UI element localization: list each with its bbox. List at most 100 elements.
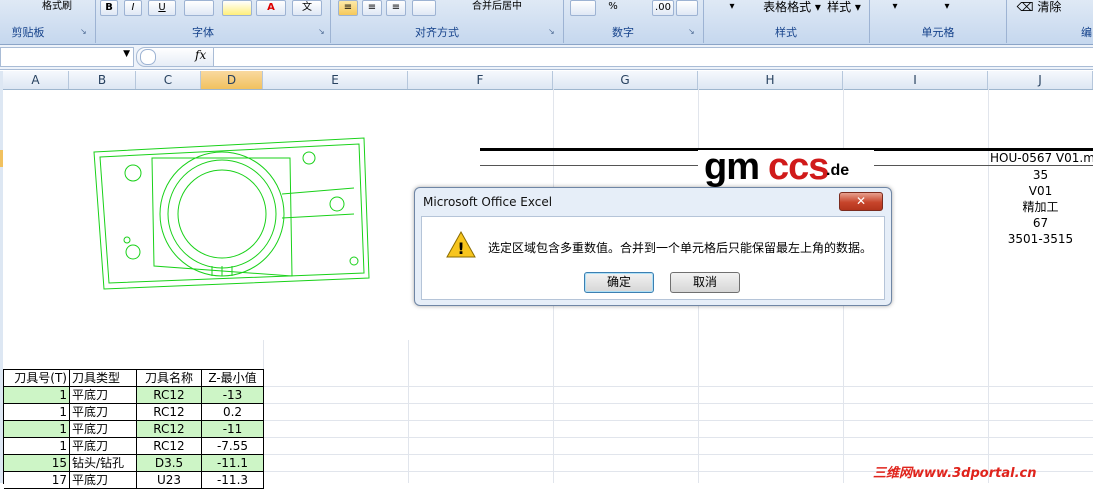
table-cell[interactable]: D3.5: [137, 455, 202, 472]
alignment-dialog-launcher-icon[interactable]: ↘: [548, 27, 555, 36]
table-cell[interactable]: 15: [4, 455, 70, 472]
conditional-format-dropdown[interactable]: ▾: [725, 0, 739, 14]
column-header-d[interactable]: D: [201, 71, 263, 89]
part-drawing-image: [93, 137, 370, 290]
table-cell[interactable]: 1: [4, 421, 70, 438]
clear-button[interactable]: ⌫ 清除: [1014, 0, 1064, 14]
delete-dropdown[interactable]: ▾: [940, 0, 954, 14]
ribbon: 格式刷 B I U A 文 ↘ ≡ ≡ ≡ 合并后居中 ↘ % .00 ↘ ▾ …: [0, 0, 1093, 45]
insert-function-icon[interactable]: fx: [195, 48, 206, 62]
table-cell[interactable]: 1: [4, 438, 70, 455]
group-separator: [1006, 0, 1007, 43]
table-cell[interactable]: -13: [202, 387, 264, 404]
indent-button[interactable]: [412, 0, 436, 16]
info-value: 精加工: [1022, 200, 1059, 214]
format-painter-button[interactable]: 格式刷: [28, 0, 86, 14]
table-cell[interactable]: -11.3: [202, 472, 264, 489]
logo-gm: gm: [704, 146, 760, 188]
column-header-h[interactable]: H: [698, 71, 843, 89]
table-cell[interactable]: 1: [4, 387, 70, 404]
percent-button[interactable]: %: [605, 0, 621, 14]
bold-button[interactable]: B: [100, 0, 118, 16]
table-cell[interactable]: 平底刀: [70, 387, 137, 404]
insert-dropdown[interactable]: ▾: [888, 0, 902, 14]
bold-label: B: [105, 2, 113, 13]
table-cell[interactable]: -11: [202, 421, 264, 438]
formula-bar: ▼ fx: [0, 45, 1093, 70]
number-dialog-launcher-icon[interactable]: ↘: [688, 27, 695, 36]
bore-middle: [167, 159, 277, 269]
percent-label: %: [608, 1, 618, 12]
expand-circle-icon[interactable]: [140, 49, 156, 65]
tool-table: 刀具号(T) 刀具类型 刀具名称 Z-最小值 1 平底刀 RC12 -13 1 …: [3, 369, 264, 489]
phonetic-button[interactable]: 文: [292, 0, 322, 16]
column-header-f[interactable]: F: [408, 71, 553, 89]
border-button[interactable]: [184, 0, 214, 16]
dialog-message: 选定区域包含多重数值。合并到一个单元格后只能保留最左上角的数据。: [488, 241, 873, 255]
header-tool-number[interactable]: 刀具号(T): [4, 370, 70, 387]
gridline: [263, 386, 1093, 387]
ok-button[interactable]: 确定: [584, 272, 654, 293]
underline-button[interactable]: U: [148, 0, 176, 16]
logo-ccs: ccs: [768, 146, 829, 188]
column-header-i[interactable]: I: [843, 71, 988, 89]
formula-input[interactable]: [213, 47, 1093, 67]
merge-warning-dialog: Microsoft Office Excel ✕ ! 选定区域包含多重数值。合并…: [414, 187, 892, 306]
merge-center-button[interactable]: 合并后居中: [468, 0, 560, 14]
accounting-format-button[interactable]: [570, 0, 596, 16]
column-header-e[interactable]: E: [263, 71, 408, 89]
group-label-styles: 样式: [775, 26, 797, 39]
clear-label: 清除: [1037, 0, 1062, 14]
table-cell[interactable]: 0.2: [202, 404, 264, 421]
header-tool-name[interactable]: 刀具名称: [137, 370, 202, 387]
close-button[interactable]: ✕: [839, 192, 883, 211]
align-left-button[interactable]: ≡: [338, 0, 358, 16]
column-header-a[interactable]: A: [3, 71, 69, 89]
table-cell[interactable]: 平底刀: [70, 421, 137, 438]
gridline: [263, 437, 1093, 438]
table-cell[interactable]: -11.1: [202, 455, 264, 472]
table-cell[interactable]: RC12: [137, 438, 202, 455]
column-header-j[interactable]: J: [988, 71, 1093, 89]
table-cell[interactable]: U23: [137, 472, 202, 489]
column-header-b[interactable]: B: [69, 71, 136, 89]
part-outline-inner: [99, 143, 365, 284]
logo-de: .de: [826, 162, 850, 179]
clipboard-dialog-launcher-icon[interactable]: ↘: [80, 27, 87, 36]
increase-decimal-button[interactable]: .00: [652, 0, 674, 16]
column-header-c[interactable]: C: [136, 71, 201, 89]
name-box[interactable]: ▼: [0, 47, 134, 67]
table-cell[interactable]: 平底刀: [70, 472, 137, 489]
info-value: 67: [1032, 216, 1049, 230]
table-cell[interactable]: RC12: [137, 421, 202, 438]
header-tool-type[interactable]: 刀具类型: [70, 370, 137, 387]
font-color-button[interactable]: A: [256, 0, 286, 16]
decrease-decimal-button[interactable]: [676, 0, 698, 16]
watermark-text: 三维网www.3dportal.cn: [873, 466, 1037, 481]
hole: [124, 164, 142, 182]
font-dialog-launcher-icon[interactable]: ↘: [318, 27, 325, 36]
table-cell[interactable]: 1: [4, 404, 70, 421]
align-right-button[interactable]: ≡: [386, 0, 406, 16]
align-center-button[interactable]: ≡: [362, 0, 382, 16]
table-format-button[interactable]: 表格格式 ▾: [758, 0, 826, 14]
cancel-button[interactable]: 取消: [670, 272, 740, 293]
column-header-g[interactable]: G: [553, 71, 698, 89]
italic-button[interactable]: I: [124, 0, 142, 16]
group-label-number: 数字: [612, 26, 634, 39]
table-cell[interactable]: 钻头/钻孔: [70, 455, 137, 472]
table-cell[interactable]: RC12: [137, 404, 202, 421]
group-label-editing: 编: [1081, 26, 1092, 39]
table-cell[interactable]: -7.55: [202, 438, 264, 455]
cell-styles-button[interactable]: 样式 ▾: [824, 0, 864, 14]
gridline: [263, 454, 1093, 455]
table-cell[interactable]: 平底刀: [70, 438, 137, 455]
name-box-dropdown-icon[interactable]: ▼: [123, 49, 130, 59]
hole: [349, 256, 359, 266]
table-cell[interactable]: RC12: [137, 387, 202, 404]
header-z-min[interactable]: Z-最小值: [202, 370, 264, 387]
table-cell[interactable]: 平底刀: [70, 404, 137, 421]
table-cell[interactable]: 17: [4, 472, 70, 489]
info-value: 3501-3515: [1007, 232, 1074, 246]
fill-color-button[interactable]: [222, 0, 252, 16]
